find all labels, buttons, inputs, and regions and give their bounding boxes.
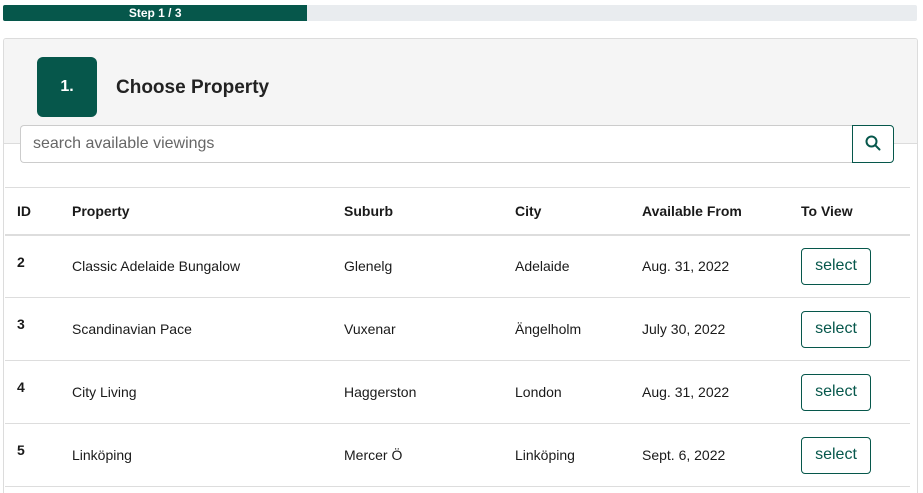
row-suburb: Haggerston (344, 384, 417, 400)
row-city: Linköping (515, 447, 575, 463)
row-id: 5 (17, 442, 25, 458)
row-available-from: July 30, 2022 (642, 321, 726, 337)
row-id: 4 (17, 379, 25, 395)
row-property: Scandinavian Pace (72, 321, 192, 337)
select-button[interactable]: select (801, 373, 871, 411)
row-action-cell: select (789, 361, 910, 424)
progress-bar-fill: Step 1 / 3 (3, 5, 308, 21)
row-id: 2 (17, 253, 25, 270)
row-action-cell: select (789, 235, 910, 298)
select-button[interactable]: select (801, 436, 871, 474)
row-city: Adelaide (515, 258, 570, 275)
row-property: City Living (72, 384, 137, 400)
table-row: 4 City Living Haggerston London Aug. 31,… (5, 361, 910, 424)
row-property: Linköping (72, 447, 132, 463)
select-button[interactable]: select (801, 247, 871, 285)
row-city: Ängelholm (515, 321, 582, 337)
search-icon (865, 135, 881, 154)
row-available-from: Aug. 31, 2022 (642, 258, 730, 275)
table-row: 3 Scandinavian Pace Vuxenar Ängelholm Ju… (5, 298, 910, 361)
column-header-available-from[interactable]: Available From (630, 188, 789, 235)
search-input[interactable] (20, 125, 852, 163)
row-available-from: Sept. 6, 2022 (642, 447, 726, 463)
table-header-row: ID Property Suburb City Available From T… (5, 187, 910, 235)
column-header-to-view: To View (801, 202, 853, 219)
row-available-from: Aug. 31, 2022 (642, 384, 730, 400)
column-header-property[interactable]: Property (60, 188, 332, 235)
row-suburb: Vuxenar (344, 321, 396, 337)
row-property: Classic Adelaide Bungalow (72, 258, 241, 275)
table-row: 5 Linköping Mercer Ö Linköping Sept. 6, … (5, 424, 910, 487)
step-number-badge: 1. (37, 57, 97, 117)
step-title: Choose Property (116, 77, 270, 98)
row-id: 3 (17, 316, 25, 332)
progress-bar: Step 1 / 3 (3, 5, 917, 21)
row-action-cell: select (789, 424, 910, 487)
column-header-id[interactable]: ID (5, 188, 60, 235)
column-header-suburb[interactable]: Suburb (332, 188, 503, 235)
row-action-cell: select (789, 298, 910, 361)
table-row: 2 Classic Adelaide Bungalow Glenelg Adel… (5, 235, 910, 298)
column-header-city[interactable]: City (503, 188, 630, 235)
select-button[interactable]: select (801, 310, 871, 348)
search-bar (20, 125, 894, 164)
row-city: London (515, 384, 562, 400)
row-suburb: Glenelg (344, 258, 393, 275)
search-button[interactable] (852, 125, 894, 163)
row-suburb: Mercer Ö (344, 447, 403, 463)
viewings-table: ID Property Suburb City Available From T… (5, 187, 910, 487)
